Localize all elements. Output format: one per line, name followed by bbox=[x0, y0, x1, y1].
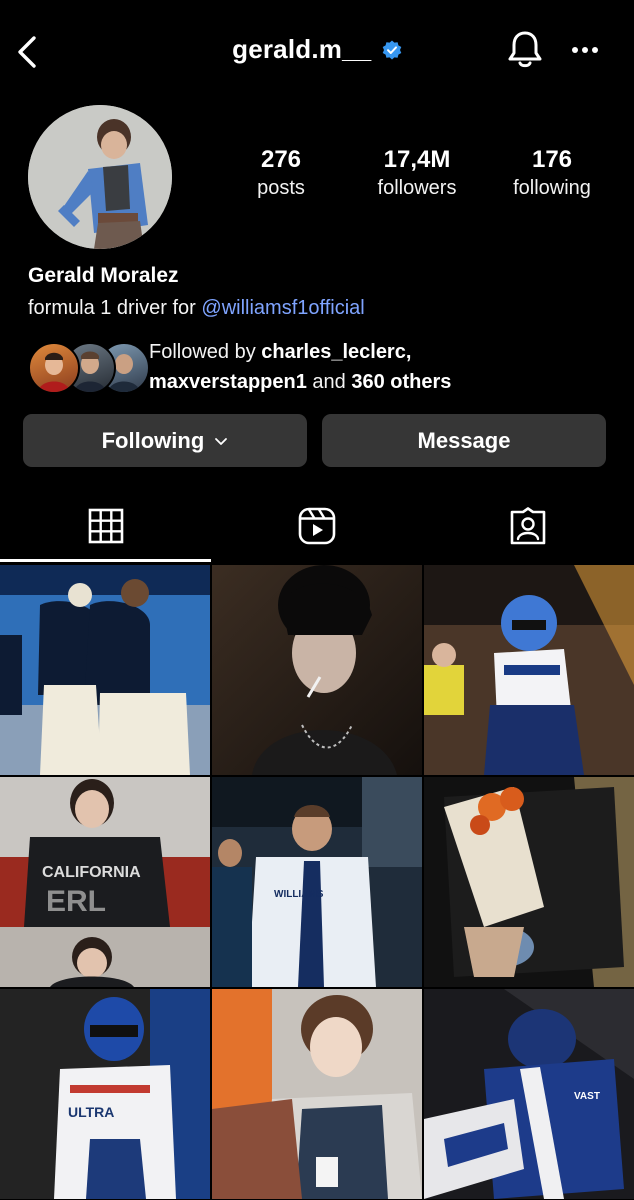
following-label: following bbox=[513, 177, 591, 199]
message-button-label: Message bbox=[417, 428, 511, 453]
svg-text:WILLIAMS: WILLIAMS bbox=[274, 889, 324, 900]
posts-grid: CALIFORNIA ERL WILLIAMS ULTRA VAST bbox=[0, 565, 634, 1200]
svg-text:ULTRA: ULTRA bbox=[68, 1104, 114, 1120]
tab-posts-grid[interactable] bbox=[0, 490, 211, 562]
stat-followers[interactable]: 17,4M followers bbox=[352, 146, 482, 202]
profile-tabs bbox=[0, 490, 634, 562]
following-button[interactable]: Following bbox=[23, 414, 307, 467]
active-tab-indicator bbox=[0, 559, 211, 562]
top-bar: gerald.m__ bbox=[0, 0, 634, 104]
tagged-icon bbox=[510, 507, 545, 545]
followers-label: followers bbox=[377, 177, 457, 199]
profile-bio: formula 1 driver for @williamsf1official bbox=[28, 297, 365, 320]
followed-by-text[interactable]: Followed by charles_leclerc, maxverstapp… bbox=[149, 337, 619, 397]
chevron-down-icon bbox=[215, 438, 228, 446]
followed-by-and: and bbox=[306, 371, 352, 393]
following-count: 176 bbox=[531, 146, 573, 173]
svg-text:ERL: ERL bbox=[46, 885, 106, 918]
grid-post-6[interactable] bbox=[424, 777, 634, 987]
svg-text:VAST: VAST bbox=[574, 1091, 600, 1102]
grid-post-4[interactable]: CALIFORNIA ERL bbox=[0, 777, 210, 987]
mutual-user-2: maxverstappen1 bbox=[149, 371, 307, 393]
grid-icon bbox=[88, 508, 123, 544]
bell-icon[interactable] bbox=[505, 28, 545, 70]
stat-following[interactable]: 176 following bbox=[487, 146, 617, 202]
avatar-photo-icon bbox=[28, 105, 172, 249]
grid-post-8[interactable] bbox=[212, 989, 422, 1199]
grid-post-7[interactable]: ULTRA bbox=[0, 989, 210, 1199]
grid-post-1[interactable] bbox=[0, 565, 210, 775]
profile-name: Gerald Moralez bbox=[28, 264, 179, 287]
tab-reels[interactable] bbox=[211, 490, 422, 562]
grid-post-9[interactable]: VAST bbox=[424, 989, 634, 1199]
followers-count: 17,4M bbox=[383, 146, 451, 173]
username: gerald.m__ bbox=[232, 34, 372, 64]
followed-by-prefix: Followed by bbox=[149, 341, 262, 363]
stat-posts: 276 posts bbox=[216, 146, 346, 202]
following-button-label: Following bbox=[101, 428, 205, 453]
verified-badge-icon bbox=[382, 40, 402, 59]
mutual-avatar-1 bbox=[28, 342, 80, 394]
mutual-user-1: charles_leclerc bbox=[261, 341, 406, 363]
reels-icon bbox=[298, 507, 335, 545]
bio-text: formula 1 driver for bbox=[28, 297, 202, 319]
grid-post-2[interactable] bbox=[212, 565, 422, 775]
tab-tagged[interactable] bbox=[422, 490, 633, 562]
posts-count: 276 bbox=[260, 146, 302, 173]
message-button[interactable]: Message bbox=[322, 414, 606, 467]
profile-avatar[interactable] bbox=[28, 105, 172, 249]
mutual-followers-avatars[interactable] bbox=[26, 342, 150, 394]
grid-post-3[interactable] bbox=[424, 565, 634, 775]
mutual-others-count: 360 others bbox=[351, 371, 452, 393]
bio-mention-link[interactable]: @williamsf1official bbox=[201, 297, 364, 319]
grid-post-5[interactable]: WILLIAMS bbox=[212, 777, 422, 987]
posts-label: posts bbox=[257, 177, 305, 199]
more-options-icon[interactable] bbox=[568, 40, 602, 60]
svg-text:CALIFORNIA: CALIFORNIA bbox=[42, 864, 141, 881]
followed-by-comma: , bbox=[405, 341, 412, 363]
